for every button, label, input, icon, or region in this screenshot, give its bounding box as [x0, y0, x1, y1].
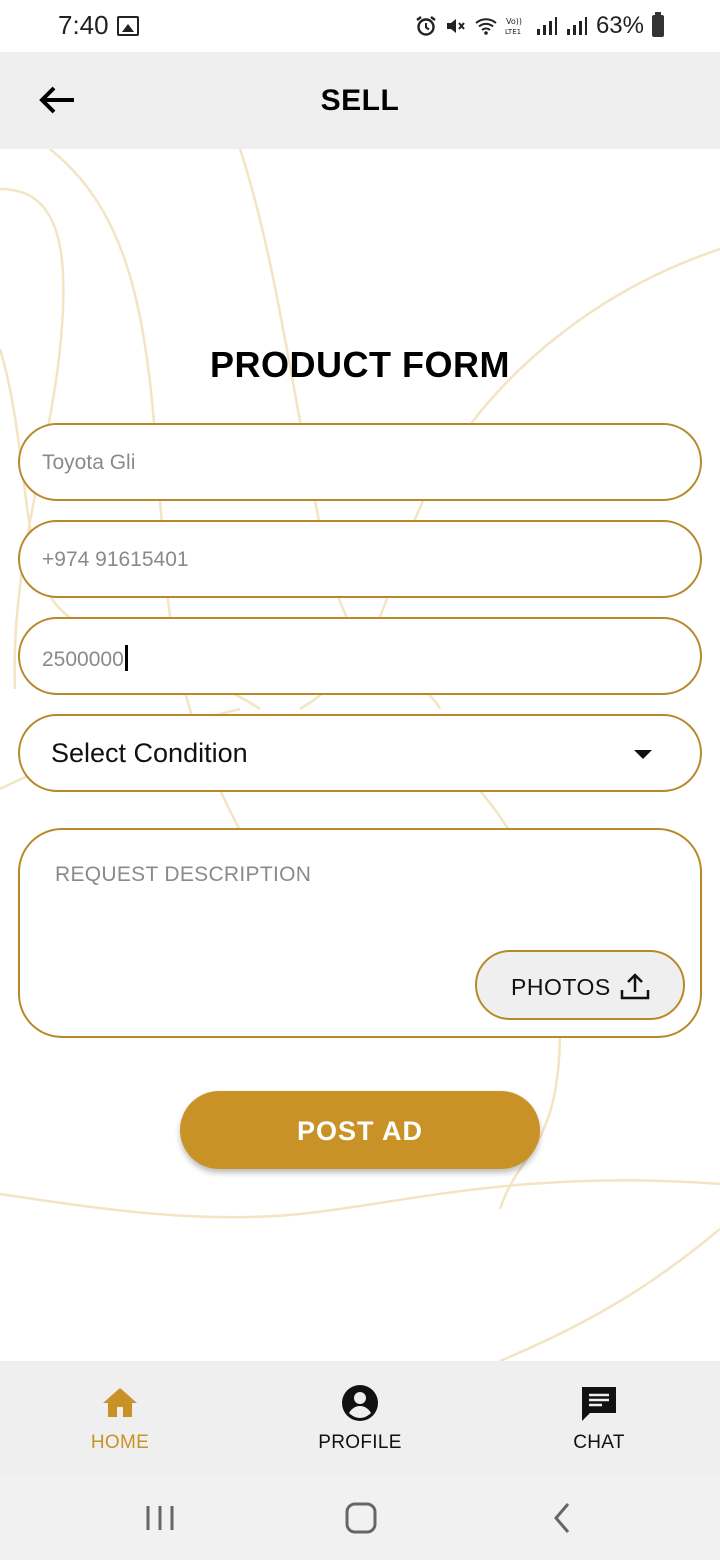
back-icon[interactable]: [540, 1498, 584, 1538]
bottom-nav: HOME PROFILE CHAT: [0, 1361, 720, 1476]
chat-icon: [582, 1387, 616, 1421]
nav-item-profile[interactable]: PROFILE: [280, 1361, 440, 1476]
nav-label-chat: CHAT: [573, 1432, 625, 1453]
account-circle-icon: [342, 1385, 378, 1421]
battery-percent: 63%: [595, 12, 644, 39]
status-time: 7:40: [58, 10, 109, 40]
nav-label-home: HOME: [90, 1432, 150, 1453]
image-icon: [117, 16, 139, 36]
mute-icon: [446, 19, 465, 33]
condition-select[interactable]: Select Condition: [18, 714, 702, 792]
recent-apps-icon[interactable]: [138, 1498, 182, 1538]
price-value-wrap: 2500000: [42, 645, 128, 672]
wifi-icon: [475, 18, 497, 35]
condition-select-value: Select Condition: [51, 738, 248, 768]
nav-label-profile: PROFILE: [318, 1432, 402, 1453]
dropdown-arrow-icon: [634, 750, 652, 759]
nav-item-chat[interactable]: CHAT: [519, 1361, 679, 1476]
volte-icon: Vo)) LTE1: [505, 17, 522, 36]
form-title: PRODUCT FORM: [210, 344, 510, 385]
upload-icon: [620, 973, 650, 1000]
status-bar: 7:40 Vo)) LTE1 63%: [0, 0, 720, 52]
svg-text:Vo)): Vo)): [506, 17, 522, 26]
product-name-field[interactable]: Toyota Gli: [18, 423, 702, 501]
phone-field[interactable]: +974 91615401: [18, 520, 702, 598]
battery-icon: [652, 12, 664, 37]
photos-upload-button[interactable]: PHOTOS: [475, 950, 685, 1020]
price-value: 2500000: [42, 648, 124, 671]
product-name-value: Toyota Gli: [42, 451, 136, 474]
status-icons: Vo)) LTE1 63%: [414, 10, 664, 42]
svg-text:LTE1: LTE1: [505, 28, 521, 36]
system-nav-bar: [0, 1476, 720, 1560]
home-icon: [103, 1388, 137, 1417]
page-title: SELL: [320, 84, 400, 117]
description-placeholder: REQUEST DESCRIPTION: [55, 863, 312, 886]
home-button-icon[interactable]: [339, 1498, 383, 1538]
alarm-icon: [416, 16, 436, 36]
app-header: SELL: [0, 52, 720, 149]
post-ad-button[interactable]: POST AD: [180, 1091, 540, 1169]
text-cursor: [124, 645, 128, 671]
signal-icon: [536, 17, 557, 35]
photos-label: PHOTOS: [511, 974, 611, 1000]
price-field[interactable]: 2500000: [18, 617, 702, 695]
nav-item-home[interactable]: HOME: [40, 1361, 200, 1476]
phone-value: +974 91615401: [42, 548, 189, 571]
description-textarea[interactable]: REQUEST DESCRIPTION PHOTOS: [18, 828, 702, 1038]
post-ad-label: POST AD: [296, 1116, 423, 1146]
signal-icon: [566, 17, 587, 35]
